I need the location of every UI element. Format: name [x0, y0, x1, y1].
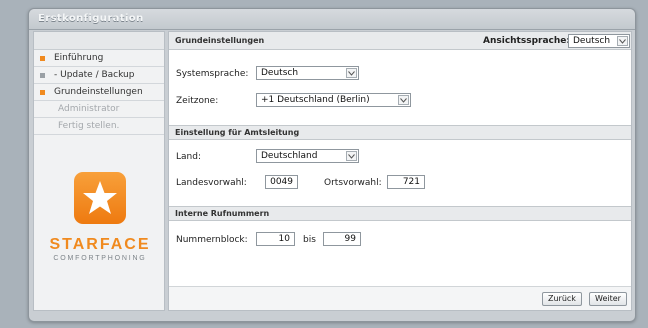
system-language-value: Deutsch [261, 68, 299, 78]
country-code-label: Landesvorwahl: [176, 178, 247, 188]
sidebar-item-fertig-stellen: Fertig stellen. [34, 118, 164, 135]
section-title: Einstellung für Amtsleitung [175, 128, 300, 137]
chevron-down-icon [398, 95, 409, 105]
step-bullet-icon [40, 72, 45, 78]
page-title: Grundeinstellungen [175, 36, 265, 45]
number-block-label: Nummernblock: [176, 235, 248, 245]
sidebar-header [34, 32, 164, 50]
footer-bar: Zurück Weiter [169, 286, 631, 310]
step-bullet-icon [40, 89, 45, 95]
starface-logo: STARFACE COMFORTPHONING [34, 172, 166, 262]
timezone-value: +1 Deutschland (Berlin) [261, 95, 370, 105]
brand-tagline: COMFORTPHONING [53, 255, 147, 262]
brand-name: STARFACE [49, 236, 151, 253]
sidebar: Einführung - Update / Backup Grundeinste… [33, 31, 165, 311]
number-block-to-field[interactable]: 99 [323, 232, 361, 246]
chevron-down-icon [346, 151, 357, 161]
window-title: Erstkonfiguration [38, 13, 144, 24]
timezone-select[interactable]: +1 Deutschland (Berlin) [256, 93, 411, 107]
country-code-field[interactable]: 0049 [265, 175, 298, 189]
section-header-amtsleitung: Einstellung für Amtsleitung [169, 125, 631, 140]
system-language-select[interactable]: Deutsch [256, 66, 359, 80]
country-select[interactable]: Deutschland [256, 149, 359, 163]
sidebar-item-label: - Update / Backup [54, 70, 135, 80]
country-value: Deutschland [261, 151, 318, 161]
section-title: Interne Rufnummern [175, 209, 270, 218]
back-button[interactable]: Zurück [542, 292, 582, 306]
area-code-field[interactable]: 721 [387, 175, 425, 189]
step-bullet-icon [40, 55, 45, 61]
view-language-label: Ansichtssprache: [483, 36, 570, 46]
sidebar-item-grundeinstellungen[interactable]: Grundeinstellungen [34, 84, 164, 101]
star-icon [74, 172, 126, 224]
timezone-label: Zeitzone: [176, 96, 219, 106]
view-language-select[interactable]: Deutsch [568, 34, 630, 48]
main-panel: Grundeinstellungen Ansichtssprache: Deut… [168, 31, 632, 311]
bis-label: bis [303, 235, 316, 245]
chevron-down-icon [617, 36, 628, 46]
system-language-label: Systemsprache: [176, 69, 249, 79]
section-header-interne-rufnummern: Interne Rufnummern [169, 206, 631, 221]
title-bar: Erstkonfiguration [29, 9, 635, 30]
area-code-label: Ortsvorwahl: [324, 178, 382, 188]
next-button[interactable]: Weiter [589, 292, 627, 306]
sidebar-item-label: Grundeinstellungen [54, 87, 143, 97]
view-language-value: Deutsch [573, 36, 611, 46]
sidebar-item-administrator: Administrator [34, 101, 164, 118]
sidebar-item-label: Administrator [58, 104, 120, 114]
setup-window: Erstkonfiguration Einführung - Update / … [28, 8, 636, 322]
country-label: Land: [176, 152, 201, 162]
sidebar-item-label: Fertig stellen. [58, 121, 120, 131]
sidebar-item-einfuehrung[interactable]: Einführung [34, 50, 164, 67]
sidebar-item-label: Einführung [54, 53, 104, 63]
chevron-down-icon [346, 68, 357, 78]
number-block-from-field[interactable]: 10 [256, 232, 295, 246]
sidebar-item-update-backup[interactable]: - Update / Backup [34, 67, 164, 84]
